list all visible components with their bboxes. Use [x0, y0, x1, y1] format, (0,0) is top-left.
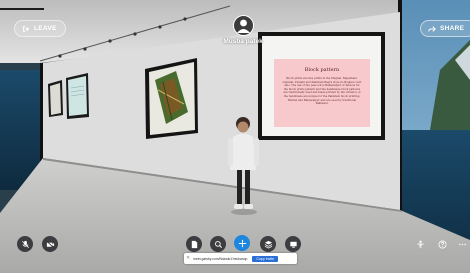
- mic-off-icon: [21, 240, 30, 249]
- layers-icon: [264, 240, 273, 249]
- screen-icon: [289, 240, 298, 249]
- leave-button[interactable]: LEAVE: [14, 20, 66, 37]
- poster-title: Block pattern: [304, 67, 340, 73]
- avatar-menu-button[interactable]: [412, 236, 428, 252]
- copy-invite-button[interactable]: Copy invite: [252, 255, 279, 262]
- layers-button[interactable]: [260, 236, 276, 252]
- screen-share-button[interactable]: [285, 236, 301, 252]
- search-icon: [214, 240, 223, 249]
- file-icon: [190, 240, 199, 249]
- help-button[interactable]: [434, 236, 450, 252]
- user-name: Musba patek: [223, 38, 263, 45]
- camera-off-icon: [46, 240, 55, 249]
- files-button[interactable]: [186, 236, 202, 252]
- more-options-button[interactable]: [454, 236, 470, 252]
- block-pattern-poster: Block pattern Block prints are fine prin…: [274, 59, 370, 127]
- camera-toggle-button[interactable]: [42, 236, 58, 252]
- share-icon: [428, 25, 436, 33]
- leave-label: LEAVE: [34, 25, 57, 32]
- share-button[interactable]: SHARE: [420, 20, 470, 37]
- invite-url-bar: ✕ meet.gatsby.com/NskwkrZmwbanqn Copy in…: [184, 253, 297, 264]
- mic-toggle-button[interactable]: [17, 236, 33, 252]
- help-icon: [437, 239, 447, 249]
- avatar[interactable]: [233, 15, 254, 36]
- move-icon: [238, 239, 247, 248]
- search-button[interactable]: [210, 236, 226, 252]
- exit-icon: [22, 25, 30, 33]
- move-button[interactable]: [234, 235, 250, 251]
- invite-url-text[interactable]: meet.gatsby.com/NskwkrZmwbanqn: [193, 257, 247, 261]
- close-icon[interactable]: ✕: [186, 255, 192, 261]
- more-icon: [458, 240, 467, 249]
- poster-body: Block prints are fine prints in the Mugh…: [282, 77, 362, 106]
- share-label: SHARE: [440, 25, 465, 32]
- person-icon: [416, 240, 425, 249]
